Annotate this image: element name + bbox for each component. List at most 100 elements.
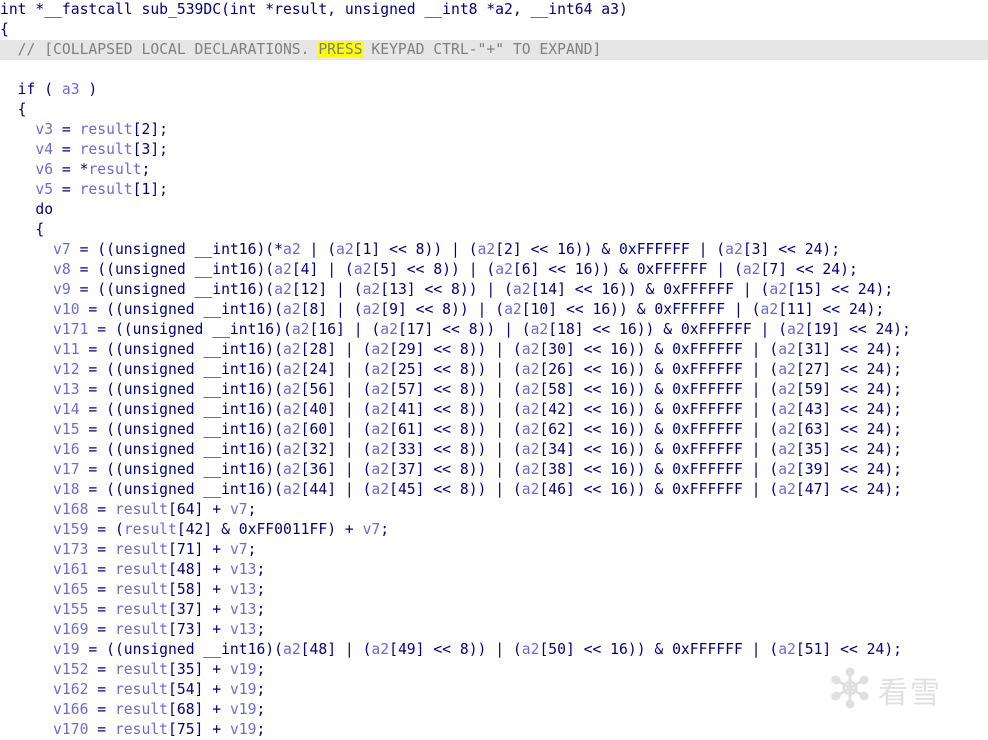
code-token: a2 — [291, 321, 310, 338]
code-token: [32] | ( — [300, 441, 372, 458]
code-line[interactable]: v161 = result[48] + v13; — [0, 560, 988, 580]
code-token: [47] << 24); — [795, 481, 903, 498]
code-token: [44] | ( — [300, 481, 372, 498]
code-token: { — [0, 101, 27, 118]
code-token: a2 — [282, 341, 301, 358]
code-token: a2 — [371, 641, 390, 658]
code-token: [39] << 24); — [795, 461, 903, 478]
code-line[interactable]: v173 = result[71] + v7; — [0, 540, 988, 560]
code-line[interactable]: v169 = result[73] + v13; — [0, 620, 988, 640]
code-token: a3 — [61, 81, 80, 98]
code-line[interactable]: v8 = ((unsigned __int16)(a2[4] | (a2[5] … — [0, 260, 988, 280]
code-token: = — [53, 181, 80, 198]
code-token: [27] << 24); — [795, 361, 903, 378]
code-token: v13 — [229, 601, 257, 618]
code-line[interactable]: if ( a3 ) — [0, 80, 988, 100]
code-line[interactable]: { — [0, 220, 988, 240]
collapsed-declarations-line[interactable]: // [COLLAPSED LOCAL DECLARATIONS. PRESS … — [0, 40, 988, 60]
code-token: a2 — [530, 321, 549, 338]
code-line[interactable]: v165 = result[58] + v13; — [0, 580, 988, 600]
code-token: [29] << 8)) | ( — [389, 341, 522, 358]
code-line[interactable]: v4 = result[3]; — [0, 140, 988, 160]
code-token: v7 — [362, 521, 381, 538]
code-token: a2 — [282, 301, 301, 318]
code-token: a2 — [778, 461, 796, 478]
code-line[interactable]: v159 = (result[42] & 0xFF0011FF) + v7; — [0, 520, 988, 540]
code-line[interactable] — [0, 60, 988, 80]
code-line[interactable]: v168 = result[64] + v7; — [0, 500, 988, 520]
code-line[interactable]: v10 = ((unsigned __int16)(a2[8] | (a2[9]… — [0, 300, 988, 320]
code-token: v13 — [229, 621, 257, 638]
code-token: [59] << 24); — [795, 381, 903, 398]
code-token: [4] | ( — [291, 261, 354, 278]
code-token: a2 — [521, 381, 540, 398]
code-token: = — [88, 601, 115, 618]
code-token: v17 — [0, 461, 80, 478]
code-token: a2 — [282, 381, 301, 398]
code-line[interactable]: v6 = *result; — [0, 160, 988, 180]
code-line[interactable]: v11 = ((unsigned __int16)(a2[28] | (a2[2… — [0, 340, 988, 360]
code-token: a2 — [371, 401, 390, 418]
code-token: [3]; — [132, 141, 169, 158]
code-line[interactable]: v5 = result[1]; — [0, 180, 988, 200]
code-line[interactable]: v17 = ((unsigned __int16)(a2[36] | (a2[3… — [0, 460, 988, 480]
code-token: a2 — [282, 461, 301, 478]
code-line[interactable]: v19 = ((unsigned __int16)(a2[48] | (a2[4… — [0, 640, 988, 660]
code-token: [42] << 16)) & 0xFFFFFF | ( — [539, 401, 779, 418]
code-token: a2 — [282, 241, 301, 258]
code-line[interactable]: v155 = result[37] + v13; — [0, 600, 988, 620]
code-line[interactable]: { — [0, 100, 988, 120]
code-token: result — [114, 621, 169, 638]
code-line[interactable]: v7 = ((unsigned __int16)(*a2 | (a2[1] <<… — [0, 240, 988, 260]
code-token: v13 — [229, 581, 257, 598]
pseudocode-view[interactable]: int *__fastcall sub_539DC(int *result, u… — [0, 0, 988, 740]
code-line[interactable]: v13 = ((unsigned __int16)(a2[56] | (a2[5… — [0, 380, 988, 400]
code-token: [25] << 8)) | ( — [389, 361, 522, 378]
code-line[interactable]: do — [0, 200, 988, 220]
code-line[interactable]: v14 = ((unsigned __int16)(a2[40] | (a2[4… — [0, 400, 988, 420]
code-token: v14 — [0, 401, 80, 418]
code-token: [19] << 24); — [804, 321, 911, 338]
code-token: v152 — [0, 661, 89, 678]
code-token: a2 — [778, 361, 796, 378]
code-token: a2 — [778, 381, 796, 398]
code-token: result — [114, 721, 169, 738]
code-token: a2 — [371, 421, 390, 438]
code-token: = — [88, 681, 115, 698]
code-token: v5 — [0, 181, 54, 198]
code-token: [1]; — [132, 181, 169, 198]
code-token: [30] << 16)) & 0xFFFFFF | ( — [539, 341, 779, 358]
code-token: v19 — [0, 641, 80, 658]
code-line[interactable]: v9 = ((unsigned __int16)(a2[12] | (a2[13… — [0, 280, 988, 300]
code-token: [58] + — [168, 581, 230, 598]
code-line[interactable]: v18 = ((unsigned __int16)(a2[44] | (a2[4… — [0, 480, 988, 500]
code-line[interactable]: { — [0, 20, 988, 40]
code-token: result — [114, 541, 169, 558]
code-token: v19 — [229, 661, 257, 678]
code-line[interactable]: v171 = ((unsigned __int16)(a2[16] | (a2[… — [0, 320, 988, 340]
code-token: [49] << 8)) | ( — [389, 641, 522, 658]
code-line[interactable]: int *__fastcall sub_539DC(int *result, u… — [0, 0, 988, 20]
code-token: a2 — [778, 421, 796, 438]
code-token: a2 — [742, 261, 761, 278]
code-token: v11 — [0, 341, 80, 358]
code-token: result — [114, 701, 169, 718]
code-token: a2 — [778, 481, 796, 498]
code-token: [2] << 16)) & 0xFFFFFF | ( — [495, 241, 726, 258]
code-token: result — [114, 601, 169, 618]
code-token: [51] << 24); — [795, 641, 903, 658]
snowflake-icon — [828, 666, 872, 714]
code-token: ; — [256, 621, 266, 638]
code-line[interactable]: v170 = result[75] + v19; — [0, 720, 988, 740]
code-token: v15 — [0, 421, 80, 438]
code-token: [36] | ( — [300, 461, 372, 478]
code-token: [38] << 16)) & 0xFFFFFF | ( — [539, 461, 779, 478]
code-token: = ((unsigned __int16)( — [88, 321, 292, 338]
code-token: a2 — [371, 381, 390, 398]
code-line[interactable]: v16 = ((unsigned __int16)(a2[32] | (a2[3… — [0, 440, 988, 460]
code-line[interactable]: v15 = ((unsigned __int16)(a2[60] | (a2[6… — [0, 420, 988, 440]
code-token: [75] + — [168, 721, 230, 738]
code-line[interactable]: v3 = result[2]; — [0, 120, 988, 140]
code-line[interactable]: v12 = ((unsigned __int16)(a2[24] | (a2[2… — [0, 360, 988, 380]
code-token: [48] + — [168, 561, 230, 578]
